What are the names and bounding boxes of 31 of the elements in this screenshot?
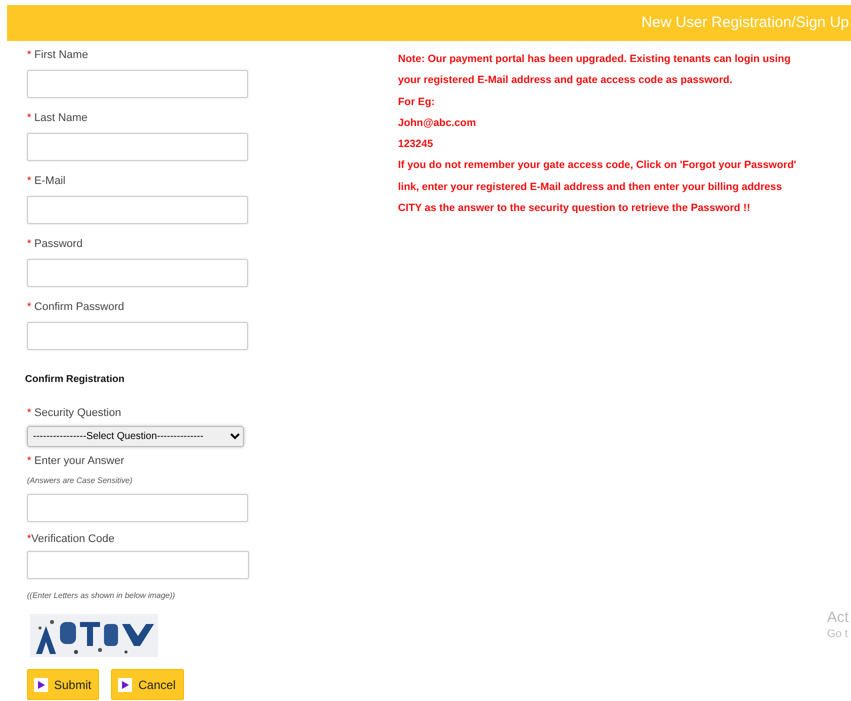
field-label: * Confirm Password bbox=[27, 300, 126, 314]
field-label: * Enter your Answer bbox=[27, 454, 126, 468]
notice-text: For Eg: bbox=[398, 94, 436, 110]
input-field[interactable] bbox=[27, 70, 248, 98]
input-field[interactable] bbox=[27, 196, 248, 224]
field-label: *Verification Code bbox=[27, 532, 116, 546]
field-label: * E-Mail bbox=[27, 174, 66, 188]
notice-text: If you do not remember your gate access code, Click on 'Forgot your Password' link, enter your registered E-Mail address and then enter your billing address CITY as the answer to the security question to retrieve the Password !! bbox=[398, 158, 798, 216]
field-label: * Last Name bbox=[27, 111, 88, 125]
input-field[interactable] bbox=[27, 494, 248, 522]
field-label: * Security Question bbox=[27, 406, 122, 420]
notice-text: Note: Our payment portal has been upgraded. Existing tenants can login using your registered E-Mail address and gate access code as password. bbox=[398, 52, 792, 88]
input-field[interactable] bbox=[27, 322, 248, 350]
form-button[interactable]: Cancel bbox=[111, 669, 184, 700]
input-field[interactable] bbox=[27, 133, 248, 161]
notice-text: John@abc.com bbox=[398, 116, 477, 131]
activation-subtitle: Go t bbox=[827, 627, 849, 641]
question-dropdown[interactable]: ----------------Select Question-------------- bbox=[27, 426, 244, 447]
notice-text: 123245 bbox=[398, 137, 434, 152]
activation-title: Act bbox=[827, 609, 849, 627]
page-title: New User Registration/Sign Up bbox=[641, 14, 849, 32]
hint-text: ((Enter Letters as shown in below image)) bbox=[27, 591, 176, 601]
play-icon bbox=[34, 678, 48, 692]
field-label: * Password bbox=[27, 237, 84, 251]
input-field[interactable] bbox=[27, 551, 249, 579]
input-field[interactable] bbox=[27, 259, 248, 287]
play-icon bbox=[118, 678, 132, 692]
form-button[interactable]: Submit bbox=[27, 669, 100, 700]
field-label: * First Name bbox=[27, 48, 90, 62]
section-title: Confirm Registration bbox=[25, 374, 126, 386]
hint-text: (Answers are Case Sensitive) bbox=[27, 476, 134, 486]
